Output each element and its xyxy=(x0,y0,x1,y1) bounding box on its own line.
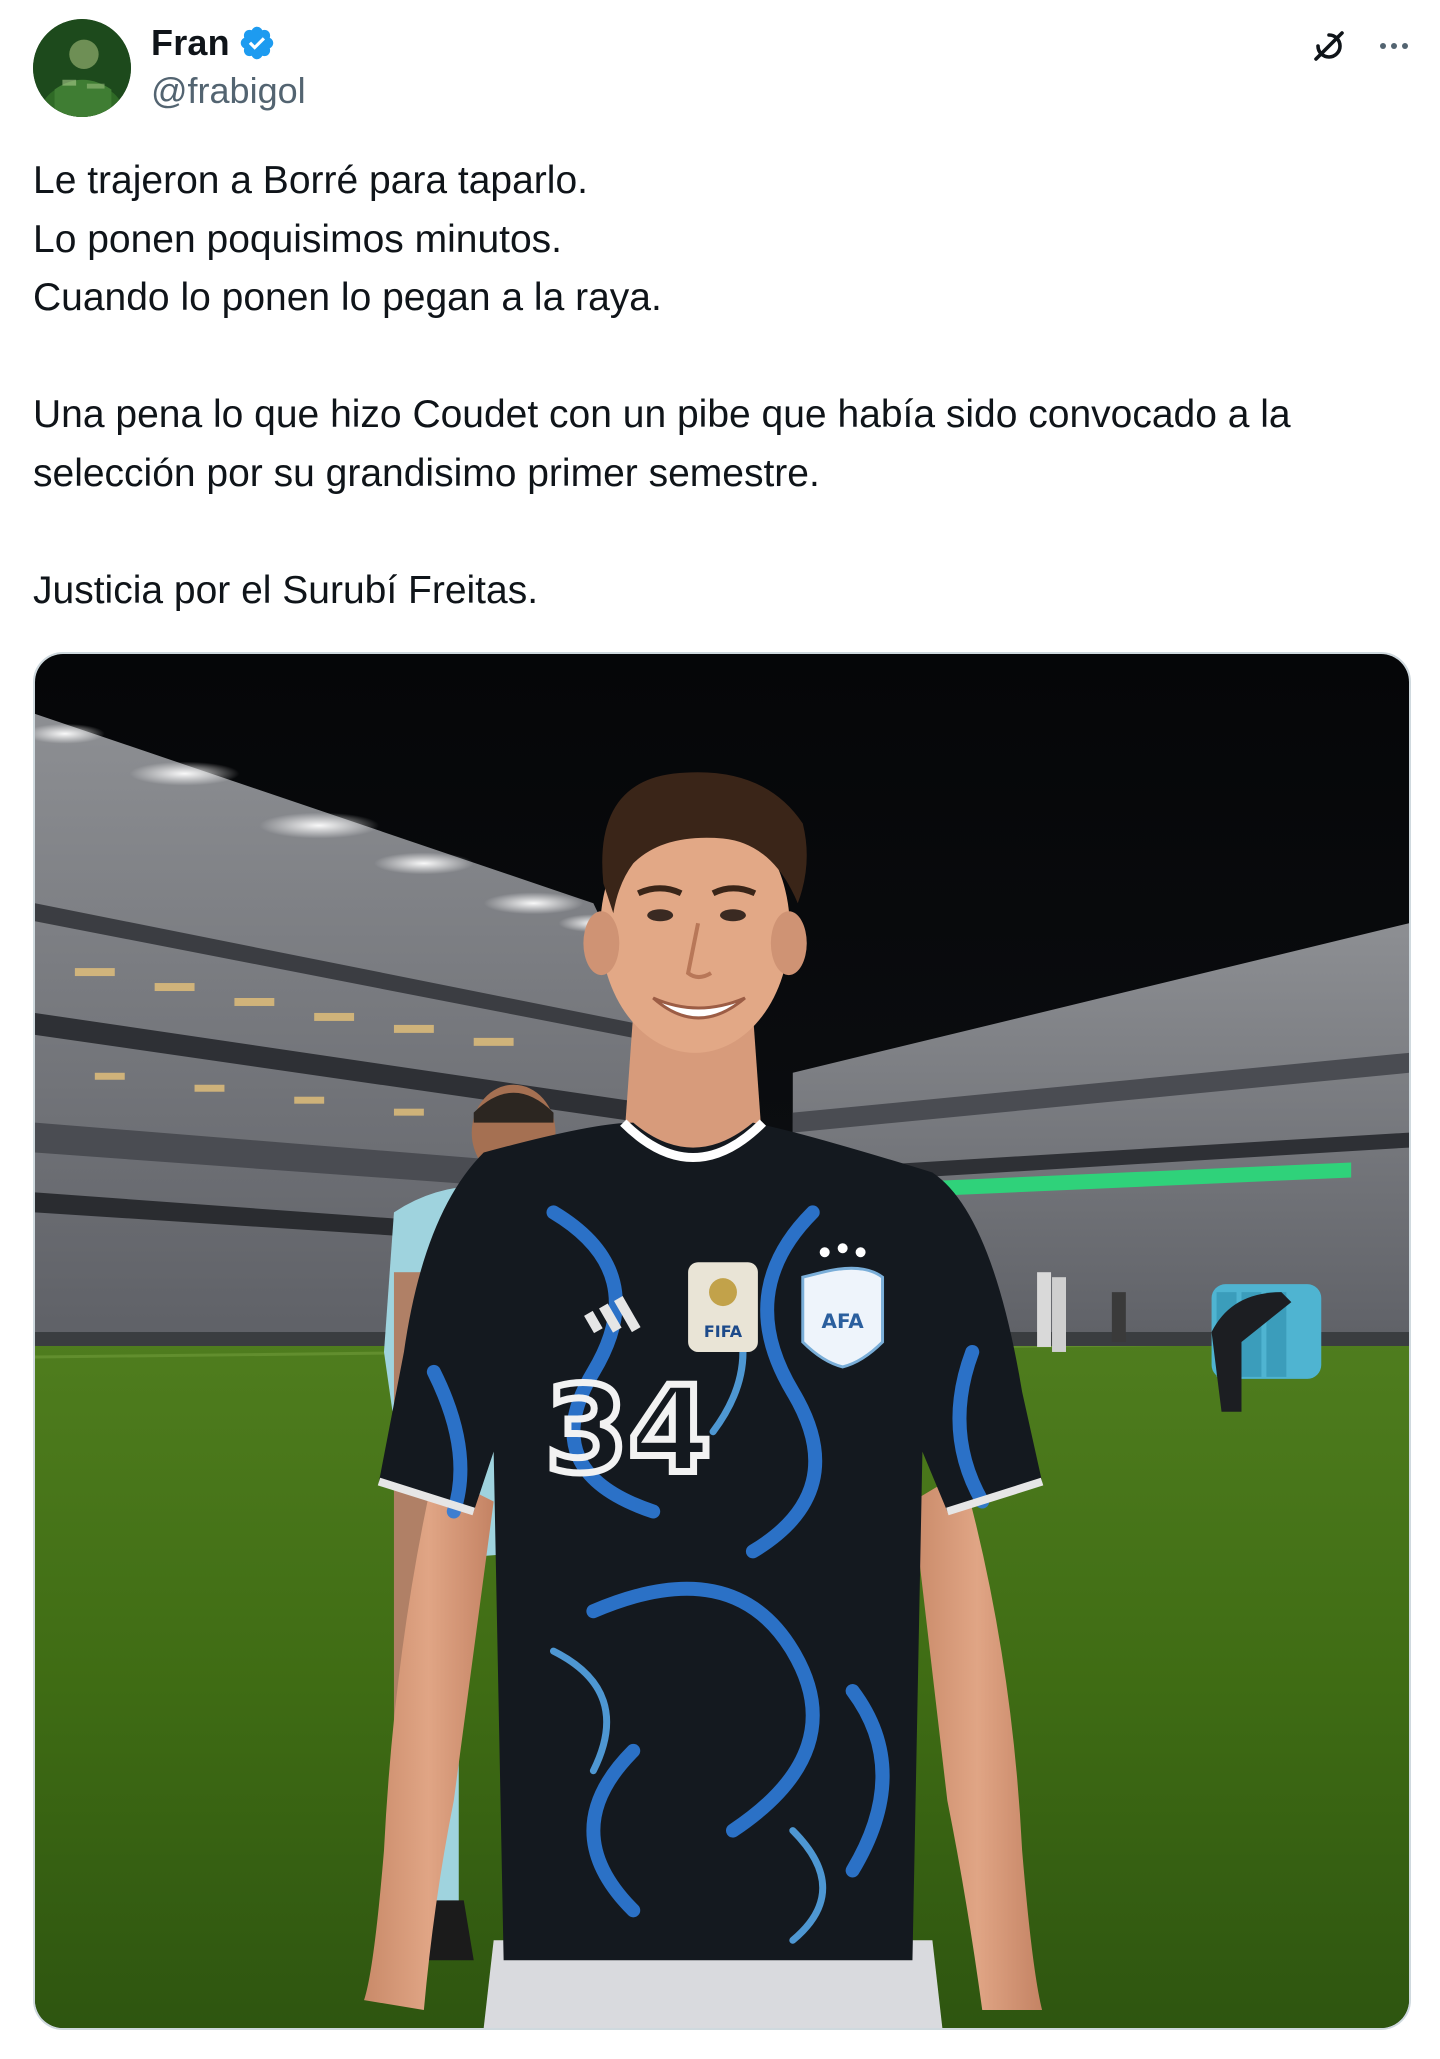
jersey-patch-text: FIFA xyxy=(704,1322,743,1341)
tweet-text-line: Una pena lo que hizo Coudet con un pibe … xyxy=(33,393,1291,436)
avatar-image xyxy=(33,19,131,117)
more-options-button[interactable] xyxy=(1370,22,1418,70)
more-options-icon xyxy=(1380,43,1408,49)
jersey-number: 34 xyxy=(545,1362,712,1501)
author-display-name[interactable]: Fran xyxy=(151,22,230,64)
tweet-photo[interactable]: FIFA AFA 34 xyxy=(33,652,1411,2030)
player-photo: FIFA AFA 34 xyxy=(35,654,1409,2028)
tweet-text-line: Justicia por el Surubí Freitas. xyxy=(33,568,539,612)
grok-button[interactable] xyxy=(1305,22,1353,70)
tweet-text: Le trajeron a Borré para taparlo. Lo pon… xyxy=(33,152,1413,620)
verified-badge-icon xyxy=(240,26,274,60)
tweet-card: Fran @frabigol Le trajeron a Borré para … xyxy=(0,0,1440,2059)
tweet-text-line: selección por su grandisimo primer semes… xyxy=(33,451,820,495)
author-handle[interactable]: @frabigol xyxy=(151,70,306,112)
jersey-crest-text: AFA xyxy=(822,1309,865,1333)
grok-icon xyxy=(1314,31,1344,61)
author-name-row[interactable]: Fran xyxy=(151,20,276,66)
profile-avatar[interactable] xyxy=(33,19,131,117)
tweet-text-line: Le trajeron a Borré para taparlo. xyxy=(33,159,588,202)
tweet-text-line: Lo ponen poquisimos minutos. xyxy=(33,217,562,261)
tweet-text-line: Cuando lo ponen lo pegan a la raya. xyxy=(33,276,662,319)
